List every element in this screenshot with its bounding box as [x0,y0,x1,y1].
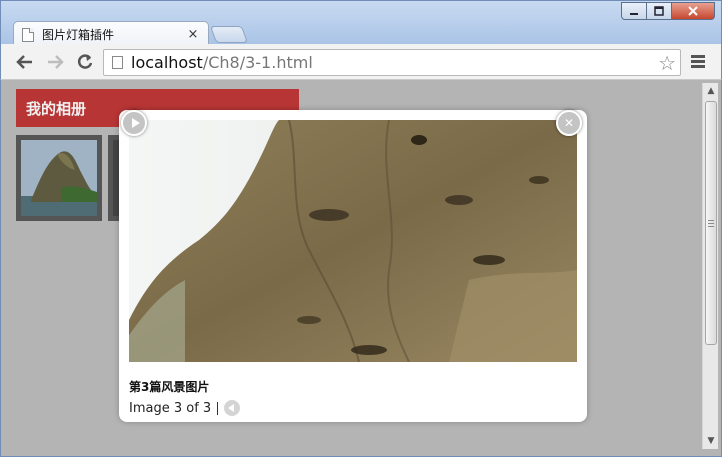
vertical-scrollbar[interactable]: ▲ ▼ [702,83,718,449]
tab-close-icon[interactable]: × [186,27,200,42]
lightbox-caption: 第3篇风景图片 [129,380,210,394]
page-icon [22,27,34,42]
back-button[interactable] [13,50,37,74]
arrow-left-icon [16,55,32,69]
star-icon[interactable]: ☆ [658,51,676,75]
lightbox-image[interactable] [129,120,577,362]
forward-button[interactable] [43,50,67,74]
hamburger-menu-icon[interactable] [691,55,705,70]
lightbox-dialog: 第3篇风景图片 Image 3 of 3 [119,110,587,422]
address-bar[interactable]: localhost /Ch8/3-1.html ☆ [103,49,681,76]
url-host: localhost [131,53,203,72]
lightbox-footer: Image 3 of 3 [129,400,241,416]
window-titlebar: 图片灯箱插件 × [0,0,722,47]
thumbnail-image [21,140,97,216]
play-icon[interactable] [121,110,147,136]
scroll-down-icon[interactable]: ▼ [703,433,719,449]
window-close-button[interactable] [671,2,715,20]
scrollbar-thumb[interactable] [705,101,717,345]
browser-toolbar: localhost /Ch8/3-1.html ☆ [0,44,722,80]
previous-icon[interactable] [224,400,241,416]
reload-button[interactable] [73,50,97,74]
close-icon[interactable] [556,110,582,136]
window-controls [621,2,715,20]
tab-title: 图片灯箱插件 [42,28,115,42]
divider [217,401,219,415]
minimize-button[interactable] [621,2,647,20]
page-icon [112,56,123,69]
window-close-icon [688,6,698,16]
image-counter: Image 3 of 3 [129,400,212,416]
maximize-button[interactable] [646,2,672,20]
minimize-icon [630,13,638,15]
arrow-right-icon [48,55,64,69]
scroll-up-icon[interactable]: ▲ [703,83,719,99]
album-thumbnail[interactable] [16,135,102,221]
cliff-photo [129,120,577,362]
new-tab-button[interactable] [209,26,249,43]
maximize-icon [654,6,664,16]
url-path: /Ch8/3-1.html [202,53,313,72]
reload-icon [77,54,93,69]
